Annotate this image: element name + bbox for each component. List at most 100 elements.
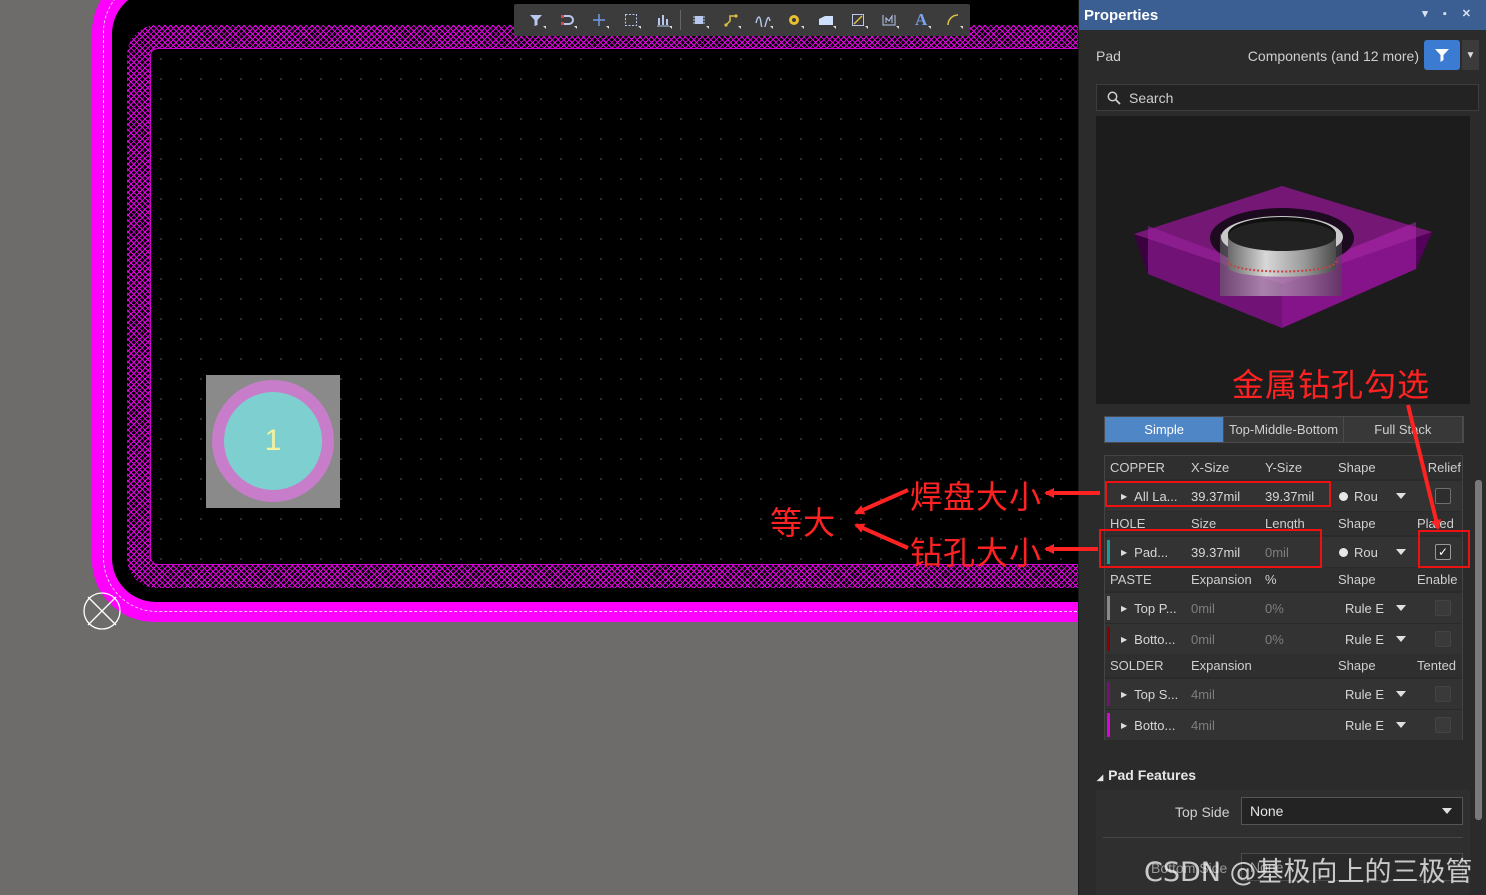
tented-header: Tented <box>1417 658 1457 673</box>
enable-checkbox[interactable] <box>1435 593 1451 623</box>
active-bar: A <box>514 4 970 36</box>
solder-shape-dropdown[interactable]: Rule E <box>1345 710 1411 740</box>
solder-shape-value: Rule E <box>1345 686 1385 702</box>
paste-percent-value[interactable]: 0% <box>1265 624 1284 654</box>
solder-expansion-value[interactable]: 4mil <box>1191 679 1215 709</box>
relief-checkbox[interactable] <box>1435 481 1451 511</box>
via-icon[interactable] <box>779 6 811 34</box>
tented-checkbox[interactable] <box>1435 710 1451 740</box>
filter-icon[interactable] <box>520 6 552 34</box>
chevron-down-icon <box>1396 722 1406 728</box>
filter-icon <box>1435 49 1449 62</box>
fill-icon[interactable] <box>810 6 842 34</box>
shape-header: Shape <box>1338 572 1376 587</box>
top-side-select[interactable]: None <box>1241 797 1463 825</box>
pad-number: 1 <box>264 424 282 457</box>
paste-percent-value[interactable]: 0% <box>1265 593 1284 623</box>
expand-icon: ▶ <box>1121 720 1128 730</box>
chevron-down-icon: ▼ <box>1465 49 1476 61</box>
solder-shape-dropdown[interactable]: Rule E <box>1345 679 1411 709</box>
text-icon[interactable]: A <box>905 6 937 34</box>
tab-full-stack[interactable]: Full Stack <box>1343 417 1463 442</box>
pad-features-section[interactable]: ◢ Pad Features <box>1097 767 1196 783</box>
layer-color-swatch <box>1107 596 1110 620</box>
paste-expansion-value[interactable]: 0mil <box>1191 624 1215 654</box>
padstack-mode-tabs: Simple Top-Middle-Bottom Full Stack <box>1104 416 1464 443</box>
hole-shape-value: Rou <box>1354 544 1378 560</box>
search-input[interactable]: Search <box>1096 84 1479 111</box>
solder-bottom-row[interactable]: ▶ Botto... 4mil Rule E <box>1105 709 1462 740</box>
copper-shape-dropdown[interactable]: Rou <box>1339 481 1411 511</box>
paste-shape-value: Rule E <box>1345 600 1385 616</box>
filter-dropdown-button[interactable]: ▼ <box>1462 40 1479 70</box>
search-placeholder: Search <box>1129 89 1174 106</box>
solder-expansion-value[interactable]: 4mil <box>1191 710 1215 740</box>
snap-icon[interactable] <box>552 6 584 34</box>
annotation-pad-size: 焊盘大小 <box>910 478 1043 516</box>
solder-layer-cell[interactable]: ▶ Top S... <box>1121 679 1178 709</box>
enable-checkbox[interactable] <box>1435 624 1451 654</box>
expansion-header: Expansion <box>1191 572 1252 587</box>
polygon-icon[interactable] <box>842 6 874 34</box>
paste-top-row[interactable]: ▶ Top P... 0mil 0% Rule E <box>1105 592 1462 623</box>
shape-header: Shape <box>1338 658 1376 673</box>
tented-checkbox[interactable] <box>1435 679 1451 709</box>
checkbox-box <box>1435 631 1451 647</box>
panel-title-bar: Properties ▾ ▪ ✕ <box>1079 0 1486 30</box>
chevron-down-icon <box>1396 605 1406 611</box>
tab-top-middle-bottom[interactable]: Top-Middle-Bottom <box>1224 417 1344 442</box>
toolbar-separator <box>680 10 682 30</box>
chevron-down-icon <box>1396 691 1406 697</box>
enable-header: Enable <box>1417 572 1458 587</box>
expansion-header: Expansion <box>1191 658 1252 673</box>
plated-highlight-box <box>1418 530 1470 568</box>
collapse-icon: ◢ <box>1097 773 1104 782</box>
chevron-down-icon <box>1396 549 1406 555</box>
dimension-icon[interactable] <box>874 6 906 34</box>
copper-shape-value: Rou <box>1354 488 1378 504</box>
object-type-label: Pad <box>1096 48 1121 64</box>
route-icon[interactable] <box>715 6 747 34</box>
paste-header: PASTE <box>1110 572 1152 587</box>
copper-header: COPPER <box>1110 460 1165 475</box>
arc-icon[interactable] <box>937 6 969 34</box>
panel-window-controls-icon[interactable]: ▾ ▪ ✕ <box>1422 7 1477 20</box>
panel-scroll-thumb[interactable] <box>1475 480 1482 820</box>
solder-header: SOLDER <box>1110 658 1164 673</box>
expand-icon: ▶ <box>1121 603 1128 613</box>
expand-icon: ▶ <box>1121 634 1128 644</box>
solder-layer-cell[interactable]: ▶ Botto... <box>1121 710 1175 740</box>
pad-component[interactable]: 1 <box>206 375 340 508</box>
chevron-down-icon <box>1396 493 1406 499</box>
paste-layer-cell[interactable]: ▶ Top P... <box>1121 593 1177 623</box>
interactive-route-icon[interactable] <box>747 6 779 34</box>
pad-copper: 1 <box>224 392 322 490</box>
layer-color-swatch <box>1107 713 1110 737</box>
annotation-plated: 金属钻孔勾选 <box>1232 366 1431 404</box>
paste-shape-dropdown[interactable]: Rule E <box>1345 593 1411 623</box>
hole-shape-dropdown[interactable]: Rou <box>1339 537 1411 567</box>
component-icon[interactable] <box>683 6 715 34</box>
checkbox-box <box>1435 686 1451 702</box>
paste-shape-value: Rule E <box>1345 631 1385 647</box>
round-shape-icon <box>1339 491 1348 501</box>
cross-icon[interactable] <box>583 6 615 34</box>
panel-scrollbar[interactable] <box>1475 118 1482 888</box>
hole-size-highlight-box <box>1099 529 1322 568</box>
panel-title: Properties <box>1084 6 1159 24</box>
solder-top-row[interactable]: ▶ Top S... 4mil Rule E <box>1105 678 1462 709</box>
tab-simple[interactable]: Simple <box>1105 417 1225 442</box>
align-icon[interactable] <box>647 6 679 34</box>
filter-button[interactable] <box>1424 40 1460 70</box>
paste-expansion-value[interactable]: 0mil <box>1191 593 1215 623</box>
checkbox-box <box>1435 488 1451 504</box>
pcb-canvas[interactable]: 1 A <box>0 0 1078 895</box>
paste-layer-cell[interactable]: ▶ Botto... <box>1121 624 1175 654</box>
pad-features-title: Pad Features <box>1108 767 1197 783</box>
paste-shape-dropdown[interactable]: Rule E <box>1345 624 1411 654</box>
checkbox-box <box>1435 600 1451 616</box>
properties-panel: Properties ▾ ▪ ✕ Pad Components (and 12 … <box>1078 0 1486 895</box>
paste-bottom-row[interactable]: ▶ Botto... 0mil 0% Rule E <box>1105 623 1462 654</box>
select-rect-icon[interactable] <box>615 6 647 34</box>
search-icon <box>1107 91 1121 105</box>
